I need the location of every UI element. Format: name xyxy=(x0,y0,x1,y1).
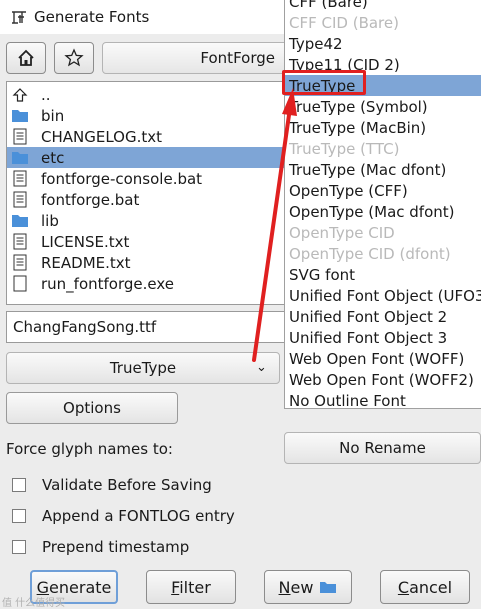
folder-icon xyxy=(11,149,29,167)
fontlog-checkbox-row[interactable]: Append a FONTLOG entry xyxy=(12,507,235,525)
glyph-rename-select[interactable]: No Rename xyxy=(284,432,481,464)
format-menu-item: TrueType (TTC) xyxy=(289,139,400,158)
file-list-item[interactable]: lib xyxy=(7,210,301,231)
file-list-item[interactable]: CHANGELOG.txt xyxy=(7,126,301,147)
file-name-label: fontforge.bat xyxy=(41,190,140,209)
file-list-item[interactable]: fontforge.bat xyxy=(7,189,301,210)
chevron-down-icon: ⌄ xyxy=(256,360,267,375)
format-menu-item[interactable]: Web Open Font (WOFF2) xyxy=(285,369,481,390)
file-name-label: fontforge-console.bat xyxy=(41,169,203,188)
format-menu-item[interactable]: Type42 xyxy=(285,33,481,54)
file-name-label: lib xyxy=(41,211,59,230)
file-name-label: etc xyxy=(41,148,65,167)
file-list-item[interactable]: etc xyxy=(7,147,301,168)
format-menu-item[interactable]: No Outline Font xyxy=(285,390,481,409)
format-menu-item[interactable]: TrueType (MacBin) xyxy=(285,117,481,138)
filter-button[interactable]: Filter xyxy=(146,570,236,604)
file-name-label: run_fontforge.exe xyxy=(41,274,175,293)
file-name-label: LICENSE.txt xyxy=(41,232,130,251)
format-menu-item[interactable]: Unified Font Object (UFO3) xyxy=(285,285,481,306)
file-list-item[interactable]: fontforge-console.bat xyxy=(7,168,301,189)
cancel-button-label: Cancel xyxy=(397,577,453,597)
file-list[interactable]: .. bin CHANGELOG.txt etc fontforge-console.b… xyxy=(6,81,302,305)
watermark: 值 什么值得买 xyxy=(2,598,66,609)
folder-icon xyxy=(320,582,337,593)
filename-input[interactable]: ChangFangSong.ttf xyxy=(6,311,302,343)
file-name-label: bin xyxy=(41,106,65,125)
format-menu-item[interactable]: OpenType (CFF) xyxy=(285,180,481,201)
timestamp-checkbox-label: Prepend timestamp xyxy=(42,538,190,556)
format-menu-item[interactable]: Web Open Font (WOFF) xyxy=(285,348,481,369)
file-icon xyxy=(11,275,29,293)
star-icon xyxy=(64,48,84,67)
format-dropdown-menu[interactable]: CFF (Bare) CFF CID (Bare) Type42 Type11 (CI… xyxy=(284,0,481,409)
bookmark-button[interactable] xyxy=(54,42,94,74)
home-button[interactable] xyxy=(6,42,46,74)
text-file-icon xyxy=(11,128,29,146)
validate-checkbox[interactable] xyxy=(12,478,26,492)
format-menu-item[interactable]: SVG font xyxy=(285,264,481,285)
file-list-item[interactable]: bin xyxy=(7,105,301,126)
fontlog-checkbox[interactable] xyxy=(12,509,26,523)
validate-checkbox-row[interactable]: Validate Before Saving xyxy=(12,476,212,494)
text-file-icon xyxy=(11,191,29,209)
format-menu-item: OpenType CID (dfont) xyxy=(289,244,451,263)
fontlog-checkbox-label: Append a FONTLOG entry xyxy=(42,507,235,525)
text-file-icon xyxy=(11,170,29,188)
file-name-label: CHANGELOG.txt xyxy=(41,127,162,146)
options-button-label: Options xyxy=(63,399,121,417)
file-name-label: .. xyxy=(41,85,51,104)
text-file-icon xyxy=(11,254,29,272)
file-list-item[interactable]: .. xyxy=(7,84,301,105)
file-list-item[interactable]: README.txt xyxy=(7,252,301,273)
up-arrow-icon xyxy=(11,86,29,104)
file-name-label: README.txt xyxy=(41,253,131,272)
fontforge-app-icon xyxy=(10,9,28,25)
highlight-annotation-box xyxy=(282,70,366,95)
new-folder-button[interactable]: New xyxy=(264,570,352,604)
timestamp-checkbox-row[interactable]: Prepend timestamp xyxy=(12,538,189,556)
format-menu-item: OpenType CID xyxy=(289,223,395,242)
new-button-label: New xyxy=(278,577,314,597)
format-menu-item[interactable]: CFF (Bare) xyxy=(285,0,481,12)
options-button[interactable]: Options xyxy=(6,392,178,424)
format-menu-item: CFF CID (Bare) xyxy=(289,13,399,32)
filter-button-label: Filter xyxy=(171,577,211,597)
path-breadcrumb-button[interactable]: FontForge xyxy=(102,42,302,74)
format-menu-item[interactable]: Unified Font Object 3 xyxy=(285,327,481,348)
glyph-rename-value: No Rename xyxy=(339,439,426,457)
cancel-button[interactable]: Cancel xyxy=(380,570,470,604)
format-menu-item[interactable]: TrueType (Mac dfont) xyxy=(285,159,481,180)
format-menu-item[interactable]: TrueType (Symbol) xyxy=(285,96,481,117)
timestamp-checkbox[interactable] xyxy=(12,540,26,554)
format-menu-item[interactable]: OpenType (Mac dfont) xyxy=(285,201,481,222)
window-title: Generate Fonts xyxy=(34,8,150,26)
validate-checkbox-label: Validate Before Saving xyxy=(42,476,212,494)
text-file-icon xyxy=(11,233,29,251)
home-icon xyxy=(18,49,34,66)
file-list-item[interactable]: LICENSE.txt xyxy=(7,231,301,252)
folder-icon xyxy=(11,107,29,125)
format-select-value: TrueType xyxy=(109,359,177,377)
path-label: FontForge xyxy=(200,49,275,67)
file-list-item[interactable]: run_fontforge.exe xyxy=(7,273,301,294)
format-select[interactable]: TrueType xyxy=(6,352,280,384)
force-glyph-label: Force glyph names to: xyxy=(6,440,173,458)
folder-icon xyxy=(11,212,29,230)
format-menu-item[interactable]: Unified Font Object 2 xyxy=(285,306,481,327)
